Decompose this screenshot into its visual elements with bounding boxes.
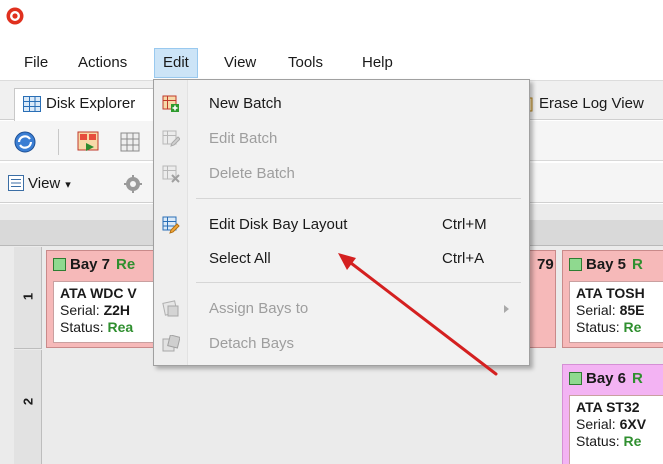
bay-checkbox-icon[interactable]	[569, 372, 582, 385]
delete-batch-icon	[162, 165, 180, 183]
bay-5-disk-model: ATA TOSH	[576, 285, 645, 301]
bay-6-serial-row: Serial: 6XV	[576, 416, 647, 432]
batch-grid-icon[interactable]	[118, 129, 144, 155]
menu-item-shortcut: Ctrl+A	[442, 250, 485, 267]
row-header-1: 1	[14, 247, 42, 349]
bay-7-name: Bay 7	[70, 256, 111, 273]
menu-item-assign-bays-to[interactable]: Assign Bays to	[154, 293, 529, 325]
bay-5-status-row: Status: Re	[576, 319, 642, 335]
bay-6-disk-model: ATA ST32	[576, 399, 640, 415]
edit-batch-icon	[162, 130, 180, 147]
menu-help[interactable]: Help	[354, 48, 401, 78]
bay-6-status-row: Status: Re	[576, 433, 642, 449]
menu-item-delete-batch[interactable]: Delete Batch	[154, 158, 529, 190]
menu-item-label: Select All	[209, 250, 271, 267]
bay-5-panel[interactable]: Bay 5 R ATA TOSH Serial: 85E Status: Re	[562, 250, 663, 348]
menu-item-label: Delete Batch	[209, 165, 295, 182]
bay-5-state: R	[632, 256, 643, 273]
bay-6-panel[interactable]: Bay 6 R ATA ST32 Serial: 6XV Status: Re	[562, 364, 663, 464]
toolbar-separator	[58, 129, 59, 155]
bay-5-serial-row: Serial: 85E	[576, 302, 645, 318]
bay-6-name: Bay 6	[586, 370, 627, 387]
bay-5-disk-card[interactable]: ATA TOSH Serial: 85E Status: Re	[569, 281, 663, 343]
bay-5-header: Bay 5 R	[569, 253, 643, 277]
bay-7-state: Re	[116, 256, 136, 273]
title-bar	[0, 0, 663, 32]
hidden-bay-fragment: 79	[537, 256, 554, 273]
menu-item-label: Edit Disk Bay Layout	[209, 216, 348, 233]
menu-item-select-all[interactable]: Select All Ctrl+A	[154, 243, 529, 275]
menu-bar: File Actions Edit View Tools Help	[0, 48, 663, 78]
submenu-arrow-icon	[504, 305, 509, 313]
menu-separator	[196, 282, 521, 283]
bay-6-state: R	[632, 370, 643, 387]
menu-item-label: Assign Bays to	[209, 300, 309, 317]
menu-item-new-batch[interactable]: New Batch	[154, 88, 529, 120]
bay-6-disk-card[interactable]: ATA ST32 Serial: 6XV Status: Re	[569, 395, 663, 464]
tab-disk-explorer[interactable]: Disk Explorer	[14, 88, 154, 122]
menu-tools[interactable]: Tools	[280, 48, 331, 78]
menu-item-edit-disk-bay-layout[interactable]: Edit Disk Bay Layout Ctrl+M	[154, 209, 529, 241]
bay-6-header: Bay 6 R	[569, 367, 643, 391]
tab-erase-log-view[interactable]: Erase Log View	[520, 88, 644, 122]
menu-item-label: Detach Bays	[209, 335, 295, 352]
bay-7-header: Bay 7 Re	[53, 253, 135, 277]
view-label: View	[28, 175, 61, 192]
view-dropdown-button[interactable]: View ▾	[8, 173, 71, 195]
menu-item-label: Edit Batch	[209, 130, 278, 147]
chevron-down-icon: ▾	[65, 179, 71, 191]
edit-disk-bay-layout-icon	[162, 216, 180, 234]
disk-explorer-icon	[23, 96, 41, 113]
view-list-icon	[8, 175, 24, 191]
new-batch-icon	[162, 95, 179, 112]
menu-view[interactable]: View	[216, 48, 264, 78]
refresh-icon[interactable]	[12, 129, 38, 155]
menu-actions[interactable]: Actions	[70, 48, 135, 78]
bay-5-name: Bay 5	[586, 256, 627, 273]
bay-checkbox-icon[interactable]	[569, 258, 582, 271]
detach-bays-icon	[162, 335, 180, 352]
menu-item-detach-bays[interactable]: Detach Bays	[154, 328, 529, 360]
menu-item-label: New Batch	[209, 95, 282, 112]
menu-separator	[196, 198, 521, 199]
menu-item-edit-batch[interactable]: Edit Batch	[154, 123, 529, 155]
batch-run-icon[interactable]	[76, 129, 102, 155]
bay-checkbox-icon[interactable]	[53, 258, 66, 271]
app-logo-icon	[6, 7, 24, 25]
row-label-2: 2	[20, 397, 36, 406]
edit-menu-dropdown: New Batch Edit Batch Delete Batch Edit D…	[153, 79, 530, 366]
tab-erase-log-view-label: Erase Log View	[539, 95, 644, 112]
row-header-2: 2	[14, 350, 42, 464]
row-label-1: 1	[20, 292, 36, 301]
gear-icon[interactable]	[124, 175, 142, 193]
menu-item-shortcut: Ctrl+M	[442, 216, 487, 233]
assign-bays-icon	[162, 300, 179, 317]
tab-disk-explorer-label: Disk Explorer	[46, 95, 136, 112]
menu-edit[interactable]: Edit	[154, 48, 198, 78]
menu-file[interactable]: File	[16, 48, 56, 78]
